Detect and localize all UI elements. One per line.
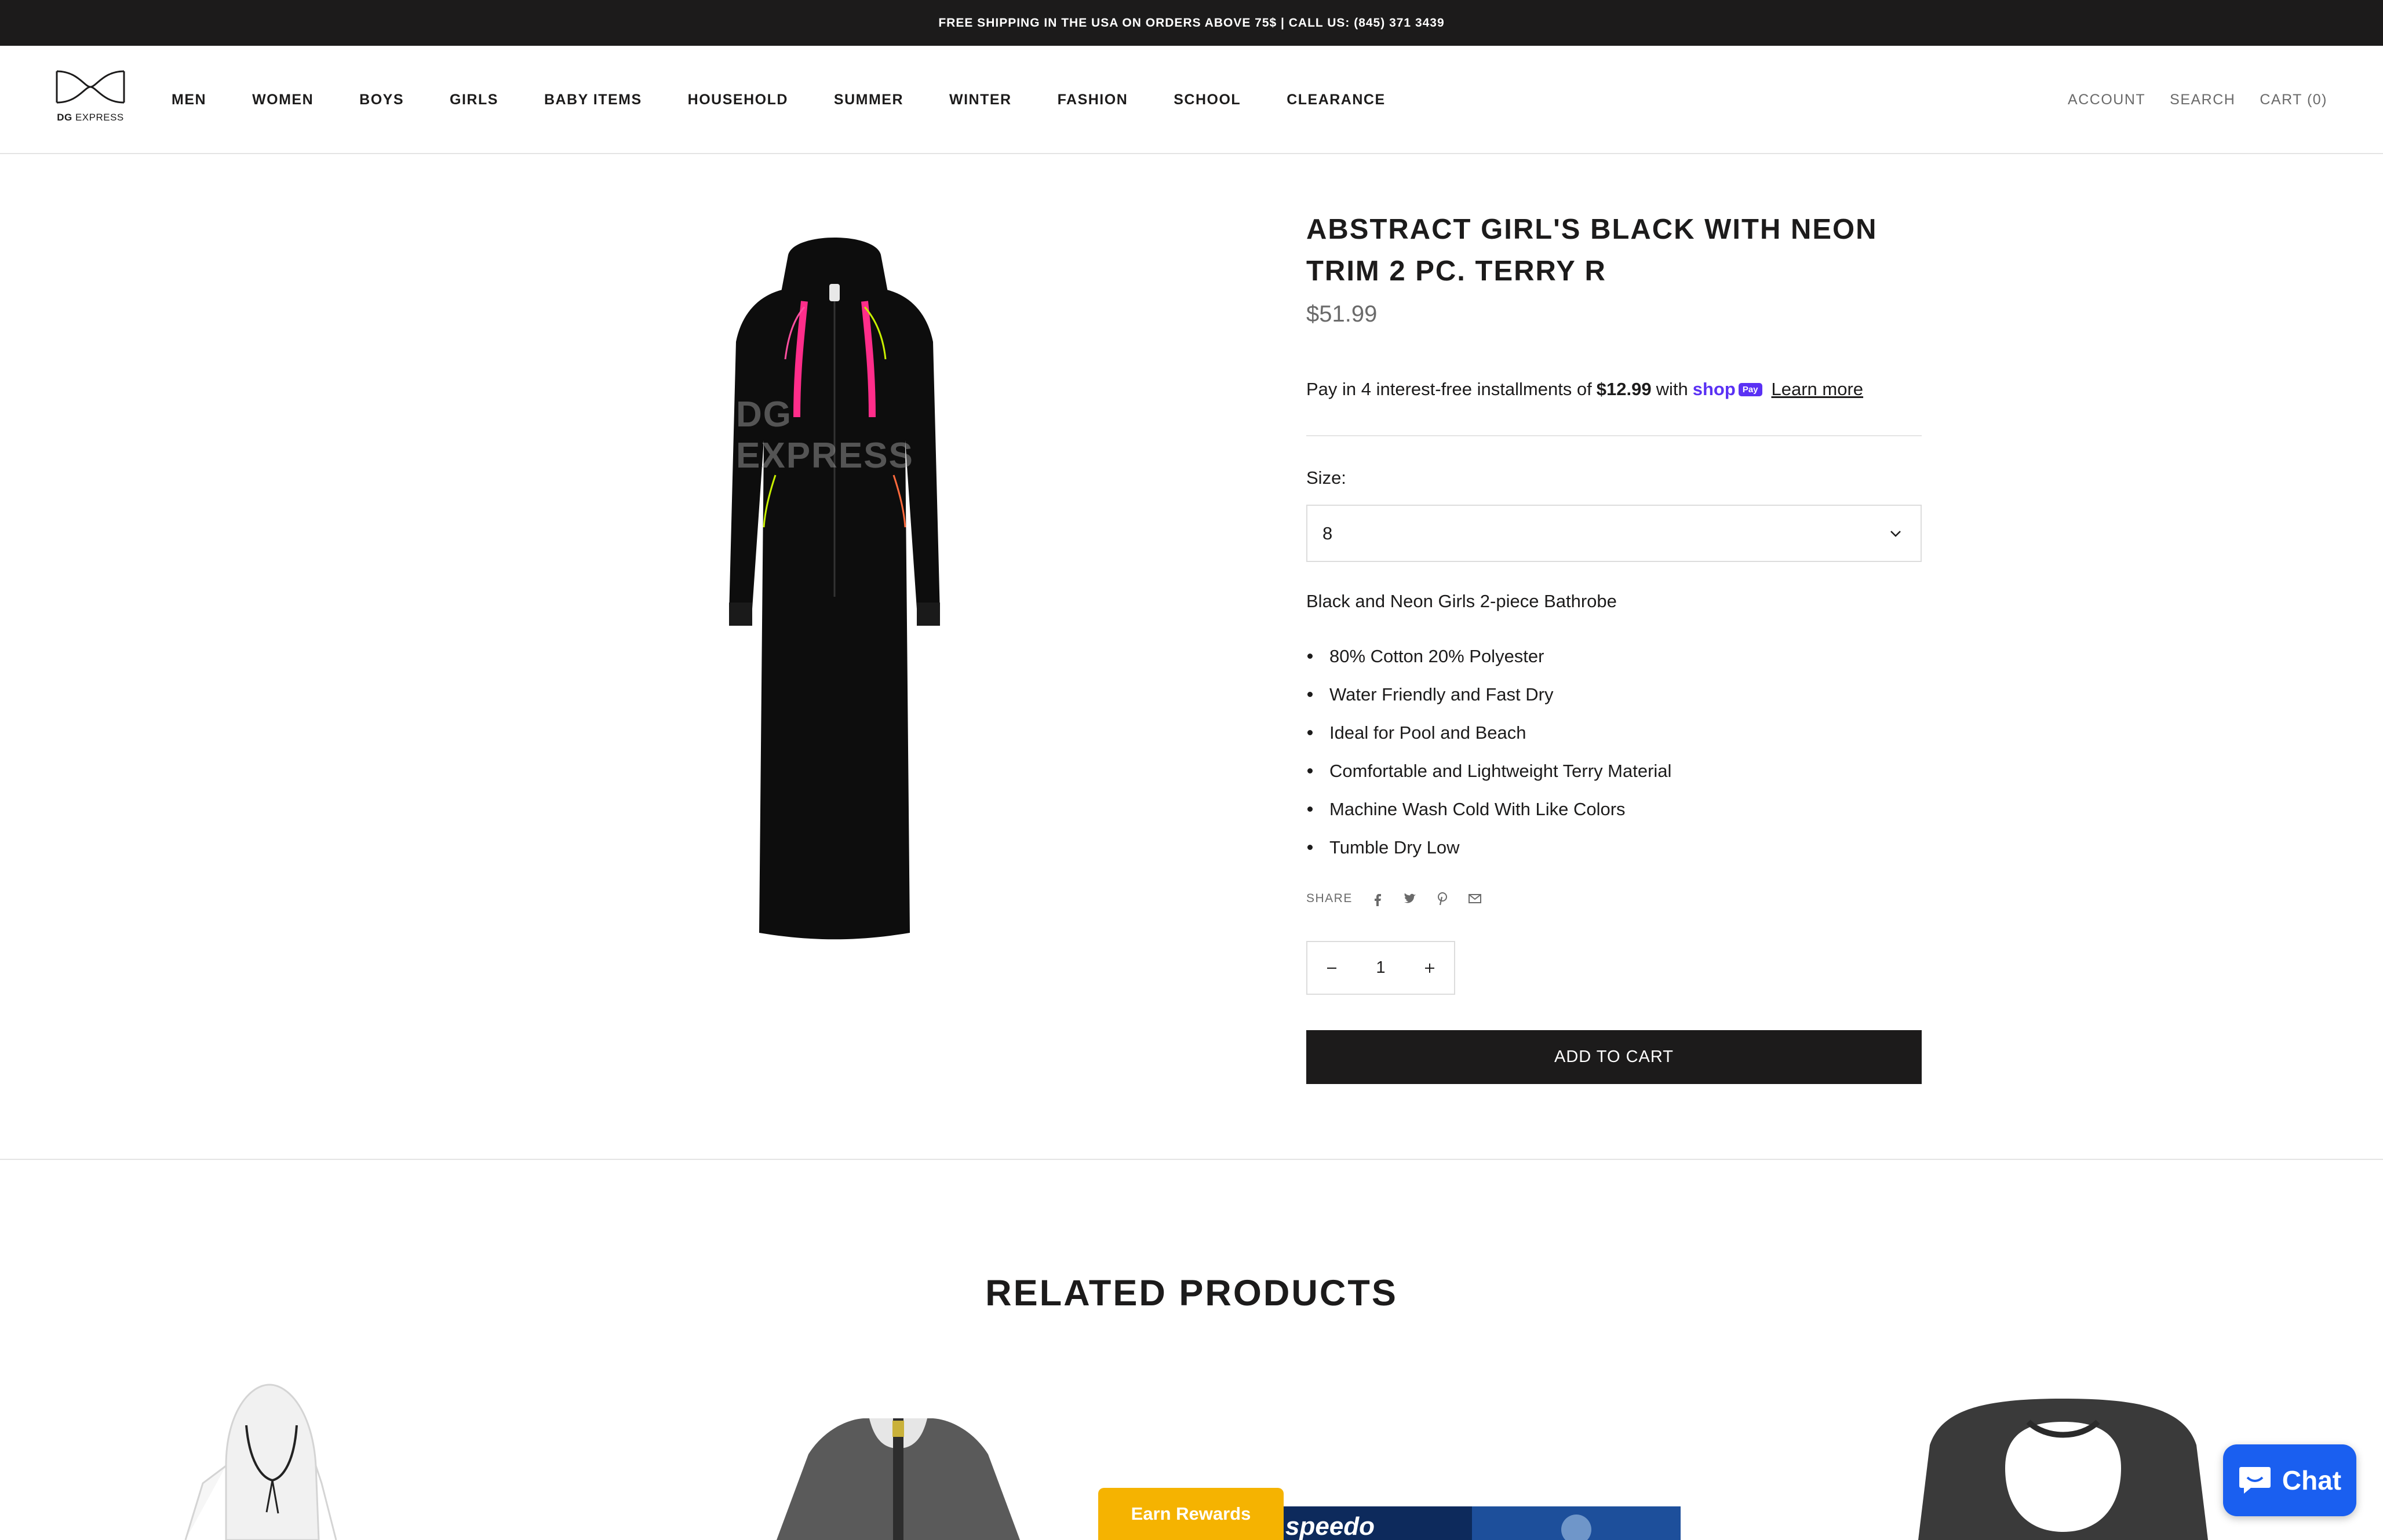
nav-item-household[interactable]: HOUSEHOLD [688, 92, 788, 108]
announcement-text: FREE SHIPPING IN THE USA ON ORDERS ABOVE… [938, 16, 1445, 30]
chevron-down-icon [1890, 531, 1901, 537]
secondary-nav: ACCOUNT SEARCH CART (0) [2043, 46, 2327, 154]
facebook-icon[interactable] [1370, 891, 1385, 906]
store-logo[interactable]: DG EXPRESS [54, 67, 126, 130]
decrease-quantity-button[interactable] [1307, 942, 1356, 994]
earn-rewards-label: Earn Rewards [1131, 1503, 1251, 1524]
account-link[interactable]: ACCOUNT [2068, 92, 2145, 108]
installments-with: with [1656, 379, 1688, 399]
feature-list: 80% Cotton 20% Polyester Water Friendly … [1306, 637, 1671, 867]
nav-item-boys[interactable]: BOYS [359, 92, 404, 108]
divider [1306, 435, 1922, 436]
email-icon[interactable] [1467, 891, 1482, 906]
chat-label: Chat [2282, 1465, 2342, 1495]
product-title: ABSTRACT GIRL'S BLACK WITH NEON TRIM 2 P… [1306, 214, 1878, 287]
list-item: Tumble Dry Low [1306, 829, 1671, 867]
cart-link[interactable]: CART (0) [2260, 92, 2327, 108]
site-header: DG EXPRESS MEN WOMEN BOYS GIRLS BABY ITE… [0, 46, 2383, 154]
nav-item-school[interactable]: SCHOOL [1174, 92, 1241, 108]
logo-mark-icon [56, 70, 125, 104]
list-item: Comfortable and Lightweight Terry Materi… [1306, 752, 1671, 790]
raincoat-image [184, 1384, 337, 1540]
section-divider [0, 1159, 2383, 1160]
minus-icon [1327, 967, 1336, 969]
grey-robe-image [777, 1418, 1020, 1540]
share-row: SHARE [1306, 891, 1500, 906]
size-label: Size: [1306, 468, 1346, 488]
nav-item-girls[interactable]: GIRLS [450, 92, 498, 108]
shop-pay-word: shop [1692, 379, 1736, 399]
add-to-cart-button[interactable]: ADD TO CART [1306, 1030, 1922, 1084]
shop-pay-badge: Pay [1738, 382, 1762, 396]
quantity-input[interactable]: 1 [1376, 958, 1385, 977]
nav-item-men[interactable]: MEN [172, 92, 206, 108]
announcement-bar: FREE SHIPPING IN THE USA ON ORDERS ABOVE… [0, 0, 2383, 46]
size-select-value: 8 [1322, 523, 1333, 543]
search-link[interactable]: SEARCH [2170, 92, 2235, 108]
list-item: Water Friendly and Fast Dry [1306, 676, 1671, 714]
pinterest-icon[interactable] [1435, 891, 1450, 906]
robe-illustration [729, 238, 940, 940]
nav-item-clearance[interactable]: CLEARANCE [1287, 92, 1385, 108]
quantity-stepper: 1 [1306, 941, 1455, 995]
plus-icon [1424, 963, 1434, 973]
installments-banner: Pay in 4 interest-free installments of $… [1306, 379, 1863, 400]
product-info: ABSTRACT GIRL'S BLACK WITH NEON TRIM 2 P… [1306, 209, 1922, 1084]
list-item: Machine Wash Cold With Like Colors [1306, 790, 1671, 829]
related-product-grey-towel[interactable] [1912, 1399, 2214, 1540]
product-image[interactable]: DG EXPRESS [666, 220, 1003, 950]
twitter-icon[interactable] [1402, 891, 1418, 906]
chat-button[interactable]: Chat [2223, 1444, 2356, 1516]
main-nav: MEN WOMEN BOYS GIRLS BABY ITEMS HOUSEHOL… [172, 46, 1386, 154]
nav-item-women[interactable]: WOMEN [252, 92, 314, 108]
speedo-brand-text: speedo [1285, 1512, 1375, 1540]
list-item: 80% Cotton 20% Polyester [1306, 637, 1671, 676]
chat-bubble-icon [2239, 1467, 2271, 1494]
logo-text: DG EXPRESS [57, 112, 124, 123]
product-description: Black and Neon Girls 2-piece Bathrobe [1306, 591, 1617, 611]
related-product-speedo[interactable]: speedo [1275, 1506, 1681, 1540]
nav-item-winter[interactable]: WINTER [949, 92, 1012, 108]
nav-item-summer[interactable]: SUMMER [834, 92, 903, 108]
grey-towel-image [1918, 1399, 2208, 1540]
earn-rewards-button[interactable]: Earn Rewards [1098, 1488, 1284, 1540]
shop-pay-logo: shop Pay [1693, 379, 1762, 400]
product-price: $51.99 [1306, 301, 1378, 327]
size-select[interactable]: 8 [1306, 505, 1922, 562]
related-product-raincoat[interactable] [162, 1379, 382, 1540]
image-watermark: DG EXPRESS [736, 395, 914, 476]
related-product-grey-robe[interactable] [753, 1408, 1043, 1540]
nav-item-fashion[interactable]: FASHION [1058, 92, 1128, 108]
learn-more-link[interactable]: Learn more [1772, 379, 1864, 400]
increase-quantity-button[interactable] [1405, 942, 1454, 994]
installments-text: Pay in 4 interest-free installments of [1306, 379, 1592, 399]
list-item: Ideal for Pool and Beach [1306, 714, 1671, 752]
related-products-title: RELATED PRODUCTS [985, 1273, 1398, 1313]
installment-amount: $12.99 [1596, 379, 1652, 399]
share-label: SHARE [1306, 892, 1353, 905]
nav-item-baby-items[interactable]: BABY ITEMS [544, 92, 642, 108]
